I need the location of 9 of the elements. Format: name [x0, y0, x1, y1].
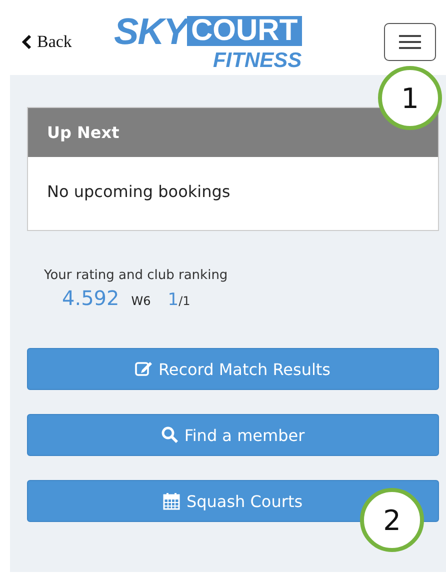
card-title: Up Next	[28, 108, 438, 157]
rank-text: 1/1	[168, 290, 190, 310]
logo-text: SKY	[114, 12, 188, 50]
logo-text: COURT	[187, 16, 302, 46]
grade-text: W6	[131, 294, 151, 308]
rating-value: 4.592	[62, 286, 120, 310]
logo-text: FITNESS	[212, 50, 302, 70]
empty-message: No upcoming bookings	[46, 181, 232, 203]
rating-label: Your rating and club ranking	[44, 268, 229, 283]
